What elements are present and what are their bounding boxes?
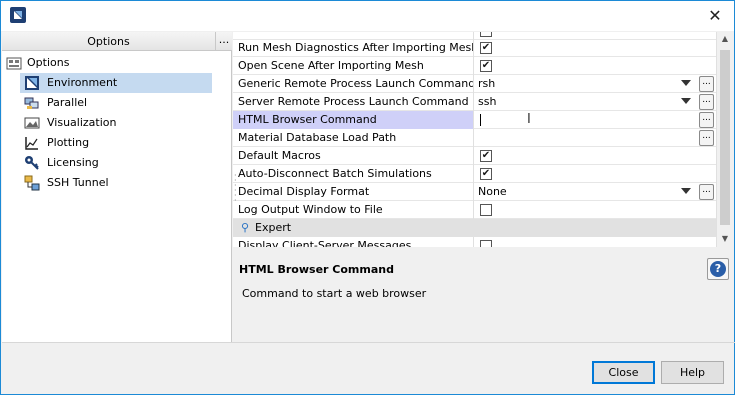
dropdown-arrow-icon[interactable] xyxy=(681,98,691,104)
property-group-label: Expert xyxy=(255,221,292,234)
ibeam-cursor-icon: I xyxy=(527,112,531,127)
property-row[interactable]: Material Database Load Path ... xyxy=(233,129,716,147)
ellipsis-button[interactable]: ... xyxy=(699,76,714,92)
property-row[interactable]: Log Output Window to File xyxy=(233,201,716,219)
description-text: Command to start a web browser xyxy=(242,287,427,300)
property-checkbox[interactable]: ✔ xyxy=(480,42,492,54)
options-tree-header-menu-button[interactable]: ... xyxy=(215,32,232,51)
property-name: Server Remote Process Launch Command xyxy=(233,93,474,111)
tree-item-licensing[interactable]: Licensing xyxy=(20,153,212,173)
tree-item-visualization[interactable]: Visualization xyxy=(20,113,212,133)
window-close-icon[interactable]: ✕ xyxy=(706,7,724,25)
property-grid-scrollbar[interactable]: ▲ ▼ xyxy=(716,32,733,247)
property-name: HTML Browser Command xyxy=(233,111,474,129)
property-name: Log Output Window to File xyxy=(233,201,474,219)
scroll-down-icon[interactable]: ▼ xyxy=(717,232,733,246)
property-grid: Run Mesh Diagnostics After Importing Mes… xyxy=(233,32,716,247)
property-row[interactable]: Default Macros ✔ xyxy=(233,147,716,165)
property-checkbox[interactable] xyxy=(480,204,492,216)
tree-item-ssh-tunnel[interactable]: SSH Tunnel xyxy=(20,173,212,193)
tree-item-label: Parallel xyxy=(47,96,88,109)
property-row[interactable]: Generic Remote Process Launch Command rs… xyxy=(233,75,716,93)
property-description-panel: HTML Browser Command Command to start a … xyxy=(233,251,733,342)
ellipsis-button[interactable]: ... xyxy=(699,94,714,110)
help-glyph: ? xyxy=(710,261,726,277)
pin-icon: ⚲ xyxy=(241,221,250,234)
options-tree-panel: Options ... Options Environment Parallel… xyxy=(2,32,232,342)
property-row[interactable]: Auto-Disconnect Batch Simulations ✔ xyxy=(233,165,716,183)
divider xyxy=(2,342,735,343)
property-row[interactable]: Open Scene After Importing Mesh ✔ xyxy=(233,57,716,75)
property-dropdown-value[interactable]: None xyxy=(475,183,716,201)
visualization-icon xyxy=(24,117,40,129)
options-dialog: ✕ Options ... Options Environment Parall… xyxy=(0,0,735,395)
property-name: Decimal Display Format xyxy=(233,183,474,201)
plotting-icon xyxy=(25,137,38,150)
property-name: Display Client-Server Messages xyxy=(233,237,474,247)
help-button[interactable]: Help xyxy=(661,361,724,384)
splitter-handle[interactable]: · · · · · · xyxy=(234,172,237,205)
property-checkbox[interactable] xyxy=(480,240,492,247)
options-icon xyxy=(6,57,22,70)
tree-item-label: Plotting xyxy=(47,136,90,149)
tree-item-label: Licensing xyxy=(47,156,99,169)
property-row[interactable]: Display Client-Server Messages xyxy=(233,237,716,247)
options-tree-header: Options ... xyxy=(2,32,232,51)
environment-icon xyxy=(25,76,39,90)
ellipsis-button[interactable]: ... xyxy=(699,112,714,128)
tree-item-label: Visualization xyxy=(47,116,117,129)
tree-item-plotting[interactable]: Plotting xyxy=(20,133,212,153)
property-name: Auto-Disconnect Batch Simulations xyxy=(233,165,474,183)
scroll-up-icon[interactable]: ▲ xyxy=(717,32,733,46)
tree-item-options[interactable]: Options xyxy=(2,53,232,73)
property-name: Default Macros xyxy=(233,147,474,165)
dropdown-arrow-icon[interactable] xyxy=(681,188,691,194)
tree-item-environment[interactable]: Environment xyxy=(20,73,212,93)
property-text-input[interactable] xyxy=(475,111,716,129)
property-row[interactable]: Server Remote Process Launch Command ssh… xyxy=(233,93,716,111)
dropdown-arrow-icon[interactable] xyxy=(681,80,691,86)
property-checkbox[interactable]: ✔ xyxy=(480,60,492,72)
ellipsis-button[interactable]: ... xyxy=(699,130,714,146)
property-name: Run Mesh Diagnostics After Importing Mes… xyxy=(233,39,474,57)
property-checkbox[interactable]: ✔ xyxy=(480,168,492,180)
scrollbar-thumb[interactable] xyxy=(720,50,730,225)
app-logo-icon xyxy=(10,7,26,23)
options-tree-header-label: Options xyxy=(87,35,130,48)
property-dropdown-value[interactable]: ssh xyxy=(475,93,716,111)
close-button[interactable]: Close xyxy=(592,361,655,384)
property-name: Generic Remote Process Launch Command xyxy=(233,75,474,93)
help-icon[interactable]: ? xyxy=(707,258,729,280)
property-text-input[interactable] xyxy=(475,129,716,147)
ssh-tunnel-icon xyxy=(24,175,40,191)
text-caret xyxy=(480,114,481,126)
property-name: Open Scene After Importing Mesh xyxy=(233,57,474,75)
property-checkbox[interactable] xyxy=(480,32,492,37)
key-icon xyxy=(25,156,39,170)
tree-item-label: SSH Tunnel xyxy=(47,176,109,189)
property-row-selected[interactable]: HTML Browser Command I ... xyxy=(233,111,716,129)
property-row[interactable]: Decimal Display Format None ... xyxy=(233,183,716,201)
property-checkbox[interactable]: ✔ xyxy=(480,150,492,162)
tree-item-label: Options xyxy=(27,56,70,69)
property-group-expert[interactable]: ⚲ Expert xyxy=(233,219,716,237)
ellipsis-button[interactable]: ... xyxy=(699,184,714,200)
tree-item-parallel[interactable]: Parallel xyxy=(20,93,212,113)
property-name: Material Database Load Path xyxy=(233,129,474,147)
description-title: HTML Browser Command xyxy=(239,263,394,276)
property-dropdown-value[interactable]: rsh xyxy=(475,75,716,93)
tree-item-label: Environment xyxy=(47,76,118,89)
title-bar: ✕ xyxy=(1,1,734,31)
property-row[interactable]: Run Mesh Diagnostics After Importing Mes… xyxy=(233,39,716,57)
parallel-icon xyxy=(24,97,39,109)
